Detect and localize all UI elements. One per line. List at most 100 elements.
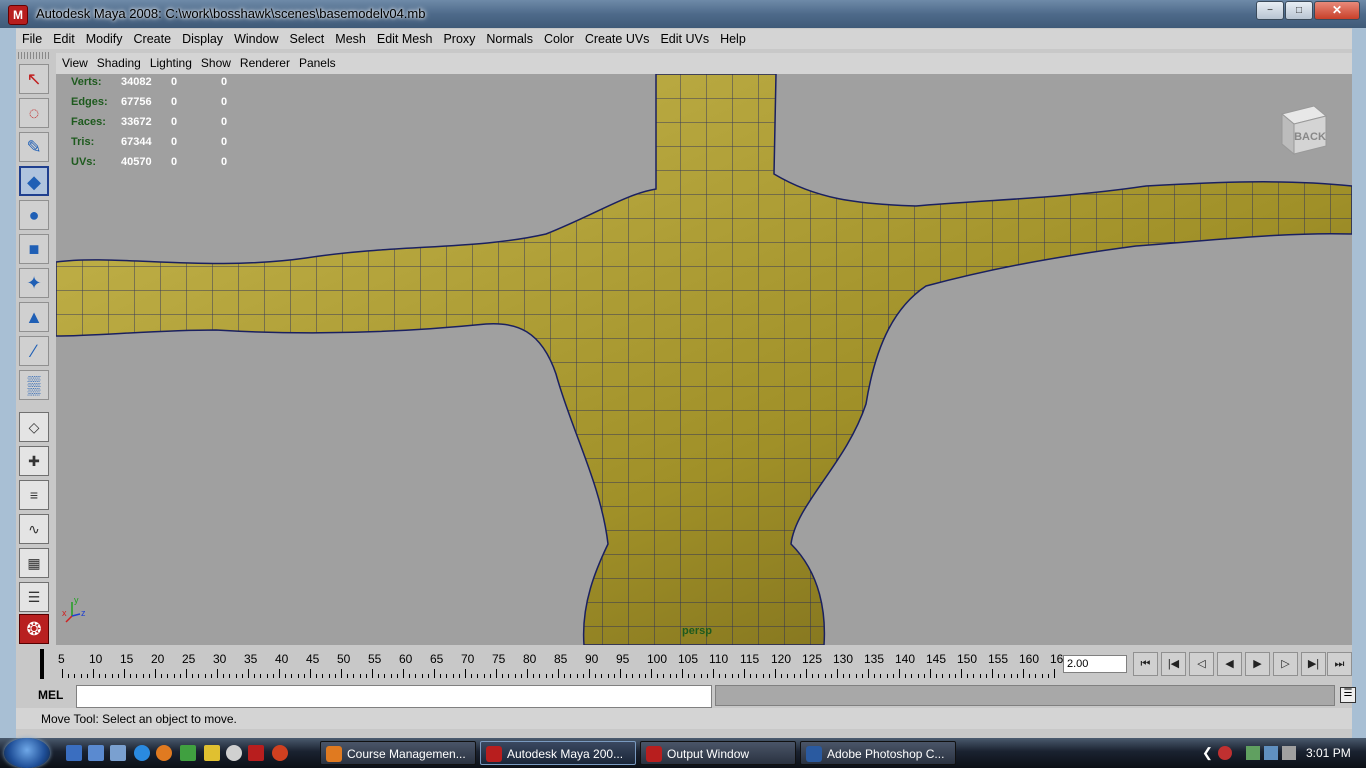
script-editor-icon[interactable]: ☰ <box>1340 687 1356 703</box>
timeline-minor-tick <box>204 674 206 678</box>
tray-volume-icon[interactable] <box>1282 746 1296 760</box>
step-forward-frame-button[interactable]: ▷ <box>1273 652 1298 676</box>
explorer-icon[interactable] <box>110 745 126 761</box>
play-forwards-button[interactable]: ▶ <box>1245 652 1270 676</box>
timeline-minor-tick <box>613 674 615 678</box>
show-desktop-icon[interactable] <box>66 745 82 761</box>
go-to-start-button[interactable]: ⏮ <box>1133 652 1158 676</box>
step-back-frame-button[interactable]: ◁ <box>1189 652 1214 676</box>
universal-manipulator-icon[interactable]: ✦ <box>19 268 49 298</box>
panel-menu-show[interactable]: Show <box>195 53 234 70</box>
menu-edit-uvs[interactable]: Edit UVs <box>654 29 714 47</box>
soft-mod-tool-icon[interactable]: ▲ <box>19 302 49 332</box>
hypershade-layout-icon[interactable]: ▦ <box>19 548 49 578</box>
menu-file[interactable]: File <box>16 29 47 47</box>
timeline-minor-tick <box>731 674 733 678</box>
viewcube-icon[interactable]: BACK <box>1274 102 1328 158</box>
task-output-window[interactable]: Output Window <box>640 741 796 765</box>
media-player-icon[interactable] <box>226 745 242 761</box>
menu-select[interactable]: Select <box>284 29 330 47</box>
dope-sheet-layout-icon[interactable]: ☰ <box>19 582 49 612</box>
timeline-minor-tick <box>824 674 826 678</box>
timeline-minor-tick <box>117 674 119 678</box>
lasso-tool-icon[interactable]: ◌ <box>19 98 49 128</box>
toolbox-grip[interactable] <box>18 52 50 59</box>
menu-help[interactable]: Help <box>714 29 751 47</box>
timeline-tick <box>527 669 528 678</box>
step-back-key-button[interactable]: |◀ <box>1161 652 1186 676</box>
go-to-end-button[interactable]: ⏭ <box>1327 652 1352 676</box>
minimize-button[interactable]: − <box>1256 1 1284 20</box>
maya-quicklaunch-icon[interactable] <box>248 745 264 761</box>
timeline-minor-tick <box>1004 674 1006 678</box>
timeline-minor-tick <box>111 674 113 678</box>
maximize-button[interactable]: □ <box>1285 1 1313 20</box>
maya-app-icon[interactable]: M <box>8 5 28 25</box>
menu-modify[interactable]: Modify <box>80 29 128 47</box>
timeline-tick <box>279 669 280 678</box>
single-pane-layout-icon[interactable]: ◇ <box>19 412 49 442</box>
tray-expand-icon[interactable]: ❮ <box>1202 745 1213 761</box>
panel-menu-shading[interactable]: Shading <box>91 53 144 70</box>
timeline-label: 100 <box>647 652 668 666</box>
task-adobe-photoshop[interactable]: Adobe Photoshop C... <box>800 741 956 765</box>
timeline-minor-tick <box>985 674 987 678</box>
move-tool-icon[interactable]: ◆ <box>19 166 49 196</box>
menu-normals[interactable]: Normals <box>480 29 538 47</box>
last-tool-icon[interactable]: ▒ <box>19 370 49 400</box>
timeline-label: 120 <box>771 652 792 666</box>
current-frame-marker[interactable] <box>40 649 44 679</box>
perspective-viewport[interactable]: Verts: 34082 0 0 Edges: 67756 0 0 Faces: 33672 0… <box>56 74 1352 645</box>
start-button[interactable] <box>4 738 50 768</box>
paint-select-tool-icon[interactable]: ✎ <box>19 132 49 162</box>
menu-window[interactable]: Window <box>228 29 283 47</box>
menu-create-uvs[interactable]: Create UVs <box>579 29 655 47</box>
time-slider[interactable]: 5 10 15 20 25 30 35 40 45 50 55 60 65 70 75 80 85 90 95 100… <box>16 647 1352 681</box>
mel-label[interactable]: MEL <box>38 688 63 702</box>
menu-mesh[interactable]: Mesh <box>329 29 371 47</box>
panel-menu-renderer[interactable]: Renderer <box>234 53 293 70</box>
outliner-layout-icon[interactable]: ≡ <box>19 480 49 510</box>
menu-create[interactable]: Create <box>128 29 177 47</box>
timeline-minor-tick <box>700 674 702 678</box>
menu-edit-mesh[interactable]: Edit Mesh <box>371 29 438 47</box>
menu-edit[interactable]: Edit <box>47 29 80 47</box>
mel-input[interactable] <box>76 685 712 708</box>
step-forward-key-button[interactable]: ▶| <box>1301 652 1326 676</box>
panel-menu-lighting[interactable]: Lighting <box>144 53 195 70</box>
four-pane-layout-icon[interactable]: ✚ <box>19 446 49 476</box>
task-course-management[interactable]: Course Managemen... <box>320 741 476 765</box>
time-slider-track[interactable]: 5 10 15 20 25 30 35 40 45 50 55 60 65 70 75 80 85 90 95 100… <box>38 649 1063 679</box>
picasa-icon[interactable] <box>180 745 196 761</box>
task-autodesk-maya[interactable]: Autodesk Maya 200... <box>480 741 636 765</box>
timeline-minor-tick <box>353 674 355 678</box>
panel-menu-view[interactable]: View <box>56 53 91 70</box>
panel-menu-panels[interactable]: Panels <box>293 53 339 70</box>
current-time-field[interactable] <box>1063 655 1127 673</box>
folder-icon[interactable] <box>204 745 220 761</box>
tray-clock[interactable]: 3:01 PM <box>1306 746 1351 760</box>
tray-power-icon[interactable] <box>1264 746 1278 760</box>
play-backwards-button[interactable]: ◀ <box>1217 652 1242 676</box>
internet-explorer-icon[interactable] <box>134 745 150 761</box>
menu-color[interactable]: Color <box>538 29 579 47</box>
timeline-label: 65 <box>430 652 444 666</box>
menu-display[interactable]: Display <box>176 29 228 47</box>
rotate-tool-icon[interactable]: ● <box>19 200 49 230</box>
tray-network-icon[interactable] <box>1246 746 1260 760</box>
timeline-tick <box>434 669 435 678</box>
firefox-icon[interactable] <box>156 745 172 761</box>
timeline-minor-tick <box>285 674 287 678</box>
select-tool-icon[interactable]: ↖ <box>19 64 49 94</box>
scale-tool-icon[interactable]: ■ <box>19 234 49 264</box>
timeline-minor-tick <box>923 674 925 678</box>
timeline-minor-tick <box>148 674 150 678</box>
show-manipulator-icon[interactable]: ∕ <box>19 336 49 366</box>
close-button[interactable]: ✕ <box>1314 1 1360 20</box>
graph-layout-icon[interactable]: ∿ <box>19 514 49 544</box>
switch-windows-icon[interactable] <box>88 745 104 761</box>
menu-proxy[interactable]: Proxy <box>437 29 480 47</box>
c-app-icon[interactable] <box>272 745 288 761</box>
timeline-minor-tick <box>396 674 398 678</box>
tray-app-icon[interactable] <box>1218 746 1232 760</box>
